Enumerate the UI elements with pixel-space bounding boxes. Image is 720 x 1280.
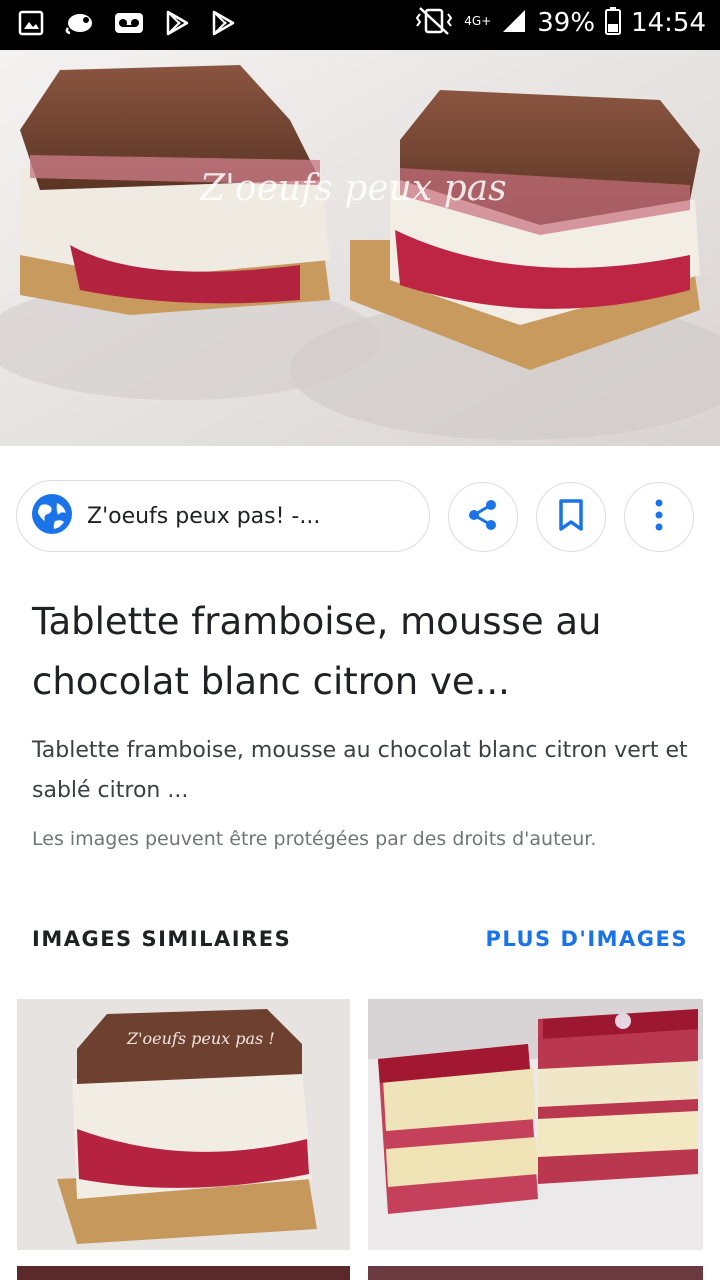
share-button[interactable] — [448, 482, 518, 552]
gallery-icon — [18, 10, 44, 36]
thumb-watermark: Z'oeufs peux pas ! — [126, 1029, 275, 1048]
share-icon — [466, 498, 500, 536]
network-type: 4G+ — [464, 14, 492, 28]
save-button[interactable] — [536, 482, 606, 552]
result-title[interactable]: Tablette framboise, mousse au chocolat b… — [32, 592, 692, 712]
similar-image-1[interactable]: Z'oeufs peux pas ! — [17, 999, 350, 1250]
more-images-link[interactable]: PLUS D'IMAGES — [485, 927, 688, 951]
battery-percent: 39% — [537, 8, 596, 38]
voicemail-icon — [114, 12, 144, 34]
more-options-button[interactable] — [624, 482, 694, 552]
similar-images-heading: IMAGES SIMILAIRES — [32, 927, 292, 951]
source-label: Z'oeufs peux pas! -... — [87, 503, 321, 529]
play-store-icon — [210, 10, 236, 36]
chameleon-icon — [64, 10, 94, 36]
signal-icon — [501, 8, 527, 38]
battery-icon — [605, 7, 622, 39]
similar-image-3[interactable] — [17, 1266, 350, 1280]
hero-image[interactable]: Z'oeufs peux pas — [0, 50, 720, 446]
similar-image-2[interactable] — [368, 999, 703, 1250]
hero-watermark: Z'oeufs peux pas — [199, 168, 507, 209]
more-vert-icon — [654, 498, 664, 536]
vibrate-icon — [414, 6, 454, 40]
status-bar: 4G+ 39% 14:54 — [0, 0, 720, 50]
copyright-notice: Les images peuvent être protégées par de… — [32, 828, 597, 850]
globe-icon — [31, 493, 73, 539]
bookmark-icon — [557, 498, 585, 536]
similar-image-4[interactable] — [368, 1266, 703, 1280]
clock: 14:54 — [631, 8, 706, 38]
result-description: Tablette framboise, mousse au chocolat b… — [32, 738, 688, 803]
play-store-icon — [164, 10, 190, 36]
source-link[interactable]: Z'oeufs peux pas! -... — [16, 480, 430, 552]
